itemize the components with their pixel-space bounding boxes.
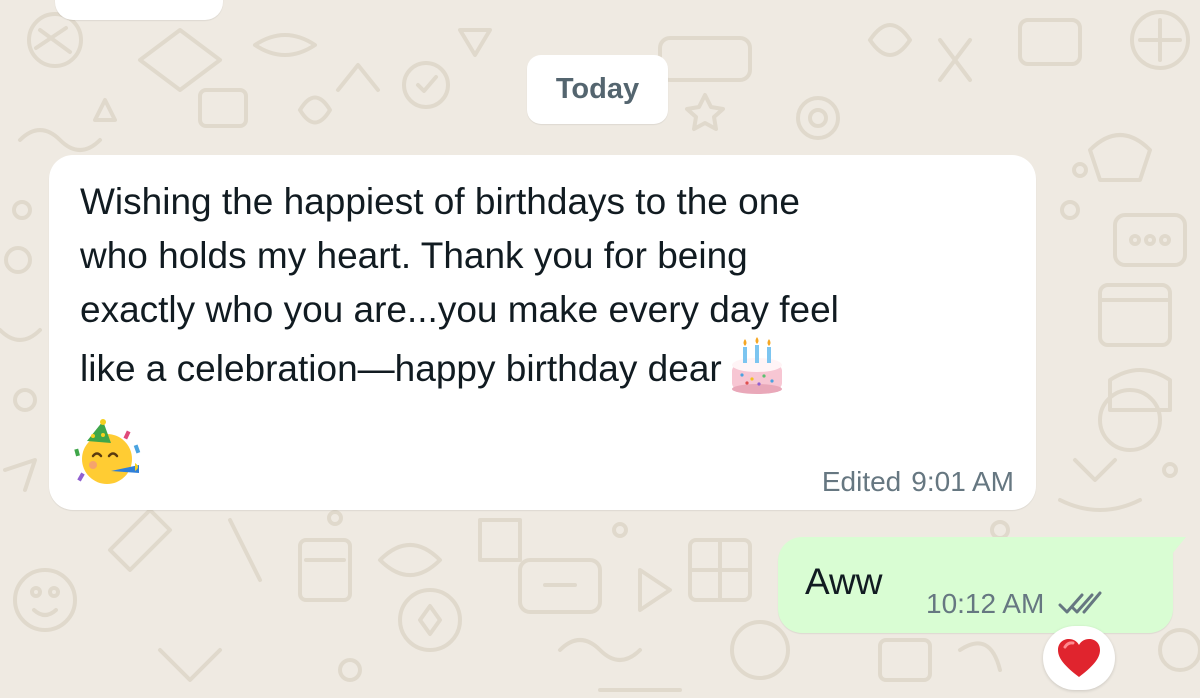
partying-face-emoji xyxy=(74,419,141,484)
message-line: exactly who you are...you make every day… xyxy=(80,289,839,330)
message-reaction[interactable] xyxy=(1043,626,1115,690)
message-line: like a celebration—happy birthday dear xyxy=(80,348,722,389)
message-line: Wishing the happiest of birthdays to the… xyxy=(80,181,800,222)
outgoing-message-text: Aww xyxy=(805,561,883,602)
previous-message-bubble[interactable] xyxy=(55,0,223,20)
date-separator: Today xyxy=(527,55,668,124)
message-line-with-emoji: like a celebration—happy birthday dear xyxy=(80,337,1015,401)
outgoing-message-bubble[interactable]: Aww 10:12 AM xyxy=(778,537,1186,633)
incoming-message-meta: Edited 9:01 AM xyxy=(822,466,1014,498)
bubble-tail xyxy=(1168,537,1186,559)
birthday-cake-emoji xyxy=(731,337,782,394)
incoming-message-text: Wishing the happiest of birthdays to the… xyxy=(80,175,1015,401)
message-time: 10:12 AM xyxy=(926,588,1045,619)
incoming-message-bubble[interactable]: Wishing the happiest of birthdays to the… xyxy=(49,155,1036,510)
red-heart-emoji xyxy=(1058,639,1100,677)
edited-label: Edited xyxy=(821,466,902,497)
message-time: 9:01 AM xyxy=(911,466,1014,497)
outgoing-message-meta: 10:12 AM xyxy=(926,588,1104,620)
date-separator-label: Today xyxy=(555,73,640,105)
message-line: who holds my heart. Thank you for being xyxy=(80,235,748,276)
read-receipt-double-check-icon xyxy=(1058,591,1102,614)
